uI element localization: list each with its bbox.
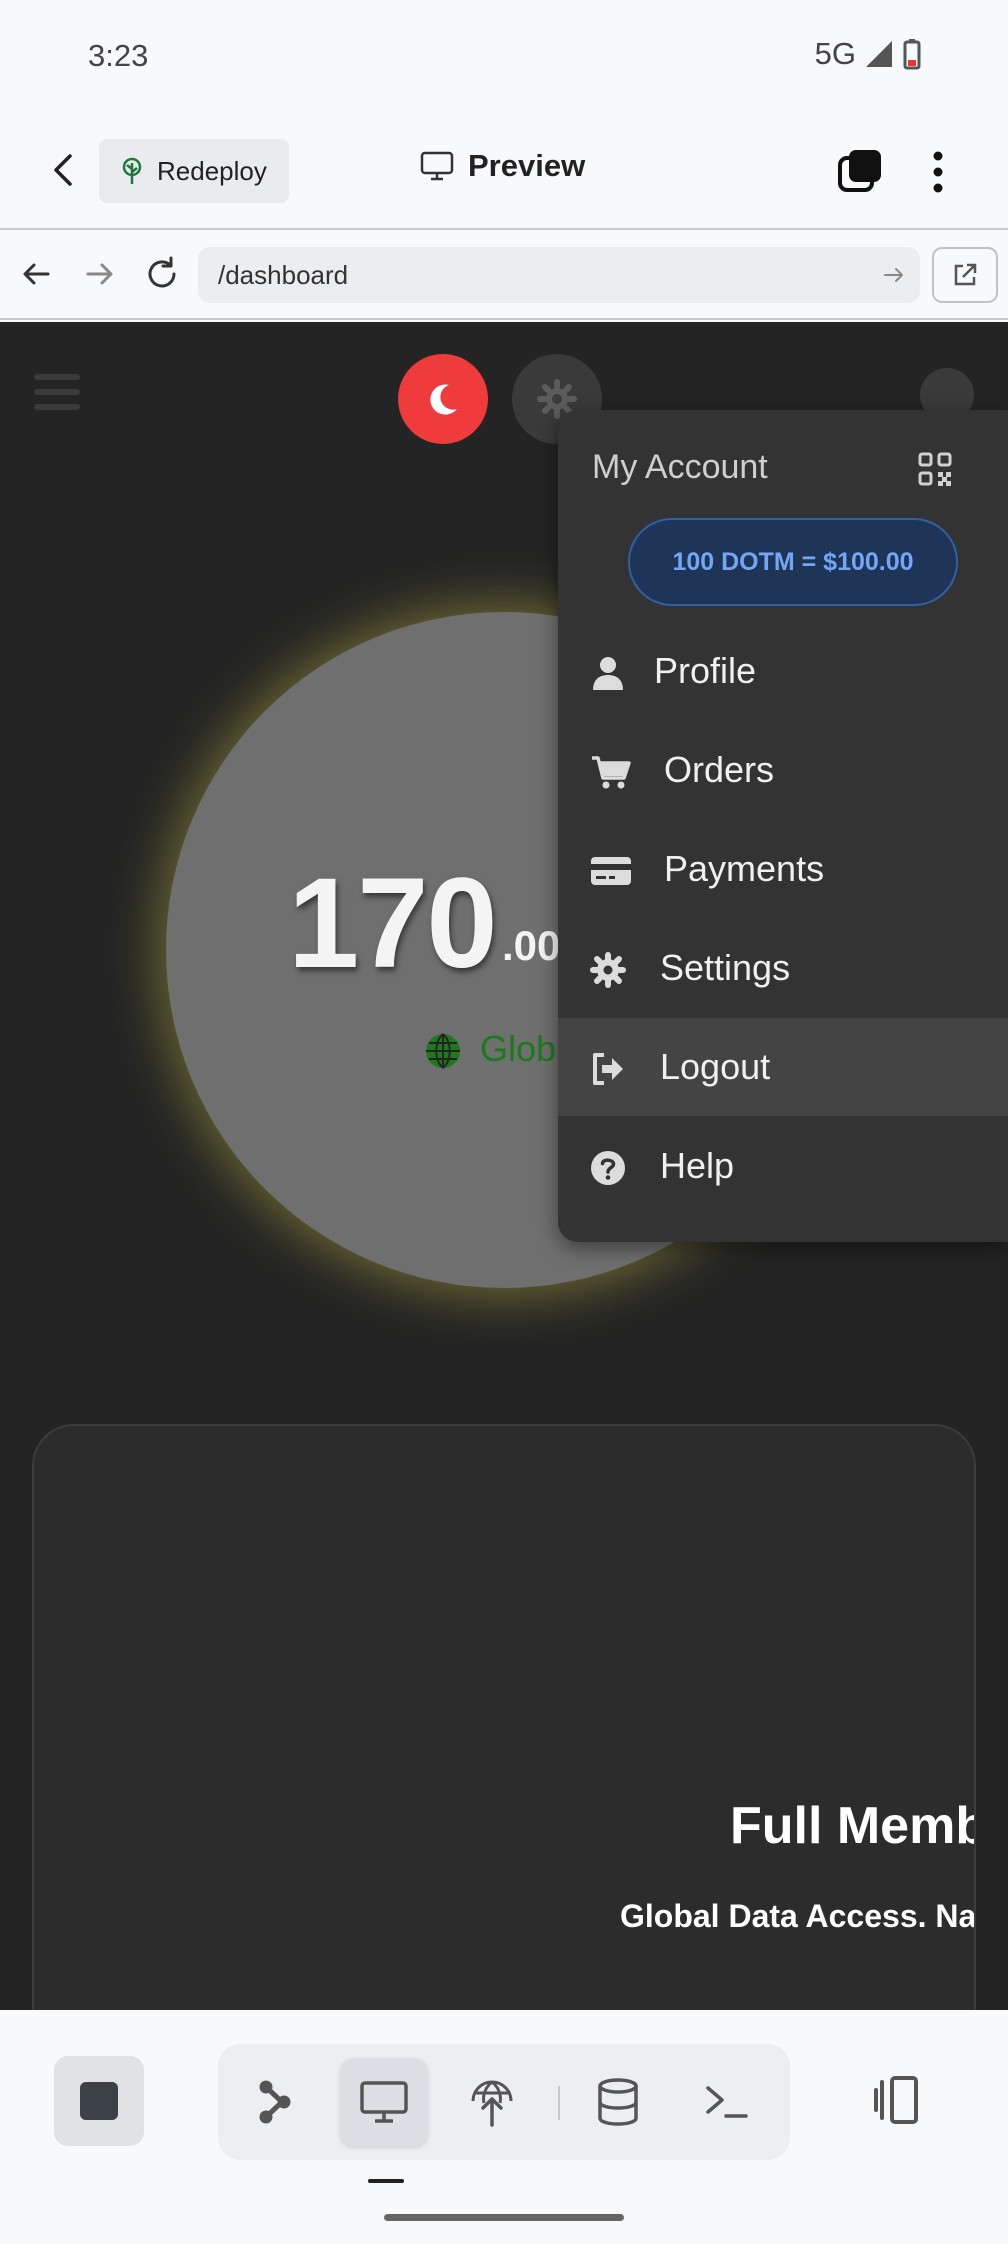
database-icon	[598, 2078, 638, 2126]
active-tab-indicator	[368, 2179, 404, 2183]
region-label: Glob	[480, 1028, 557, 1069]
credit-card-icon	[591, 857, 631, 885]
network-type: 5G	[814, 36, 856, 71]
usage-integer: 170	[288, 852, 498, 995]
membership-title: Full Memb	[730, 1797, 976, 1855]
nav-forward-icon[interactable]	[82, 256, 118, 292]
terminal-tool-button[interactable]	[682, 2058, 770, 2146]
menu-item-label: Payments	[664, 848, 825, 889]
membership-subtitle: Global Data Access. Na	[620, 1898, 976, 1934]
status-icons: 5G	[815, 36, 922, 72]
account-menu: My Account 100 DOTM = $100.00 Profile Or…	[558, 410, 1008, 1242]
hamburger-menu-icon[interactable]	[34, 374, 80, 414]
user-icon	[593, 657, 623, 690]
go-arrow-icon[interactable]	[882, 263, 906, 287]
cart-icon	[592, 756, 631, 789]
database-tool-button[interactable]	[574, 2058, 662, 2146]
menu-item-label: Orders	[664, 749, 775, 790]
battery-icon	[903, 39, 921, 70]
home-indicator[interactable]	[384, 2214, 624, 2221]
help-icon	[591, 1151, 625, 1185]
menu-item-label: Profile	[654, 650, 757, 691]
menu-item-orders[interactable]: Orders	[558, 721, 1008, 819]
menu-item-label: Help	[660, 1145, 735, 1186]
external-link-icon	[954, 263, 977, 286]
bottom-toolbar	[0, 2010, 1008, 2244]
preview-tool-button[interactable]	[340, 2058, 428, 2146]
stop-icon	[80, 2082, 118, 2120]
status-time: 3:23	[88, 38, 149, 73]
menu-item-settings[interactable]: Settings	[558, 919, 1008, 1017]
app-bar: Redeploy Preview	[0, 112, 1008, 228]
tree-icon	[122, 157, 142, 184]
status-bar: 3:23 5G	[0, 0, 1008, 112]
signal-icon	[866, 41, 892, 67]
url-input[interactable]: /dashboard	[198, 247, 920, 303]
redeploy-label: Redeploy	[157, 155, 267, 186]
menu-item-label: Logout	[660, 1046, 771, 1087]
moon-icon	[430, 384, 457, 415]
back-arrow-icon[interactable]	[44, 150, 84, 190]
globe-icon	[426, 1033, 460, 1069]
account-menu-title: My Account	[592, 448, 768, 486]
redeploy-button[interactable]: Redeploy	[99, 139, 289, 203]
workflow-tool-button[interactable]	[232, 2058, 320, 2146]
balance-pill[interactable]: 100 DOTM = $100.00	[628, 518, 958, 606]
tool-group	[218, 2044, 790, 2160]
tabs-icon[interactable]	[836, 148, 884, 196]
menu-item-label: Settings	[660, 947, 791, 988]
menu-item-profile[interactable]: Profile	[558, 622, 1008, 720]
preview-label: Preview	[468, 148, 586, 183]
reload-icon[interactable]	[144, 256, 180, 292]
gear-icon	[590, 952, 626, 988]
toolbar-separator	[558, 2086, 560, 2120]
dark-mode-toggle[interactable]	[398, 354, 488, 444]
url-text: /dashboard	[218, 260, 349, 290]
open-external-button[interactable]	[932, 247, 998, 303]
monitor-icon	[360, 2081, 408, 2123]
monitor-icon	[420, 151, 454, 181]
logout-icon	[593, 1053, 623, 1085]
url-bar: /dashboard	[0, 230, 1008, 320]
split-view-icon[interactable]	[868, 2068, 932, 2132]
deploy-globe-icon	[471, 2080, 513, 2127]
preview-title: Preview	[420, 148, 585, 184]
menu-item-payments[interactable]: Payments	[558, 820, 1008, 918]
web-content: 170 .000 GB Glob Full Memb Global Data A…	[0, 322, 1008, 2010]
membership-card: Full Memb Global Data Access. Na	[32, 1424, 976, 2010]
terminal-icon	[706, 2086, 748, 2118]
menu-item-help[interactable]: Help	[558, 1117, 1008, 1215]
workflow-icon	[259, 2080, 291, 2124]
deploy-tool-button[interactable]	[448, 2058, 536, 2146]
qr-code-icon[interactable]	[918, 452, 952, 486]
nav-back-icon[interactable]	[18, 256, 54, 292]
menu-item-logout[interactable]: Logout	[558, 1018, 1008, 1116]
more-vert-icon[interactable]	[928, 148, 948, 196]
stop-button[interactable]	[54, 2056, 144, 2146]
